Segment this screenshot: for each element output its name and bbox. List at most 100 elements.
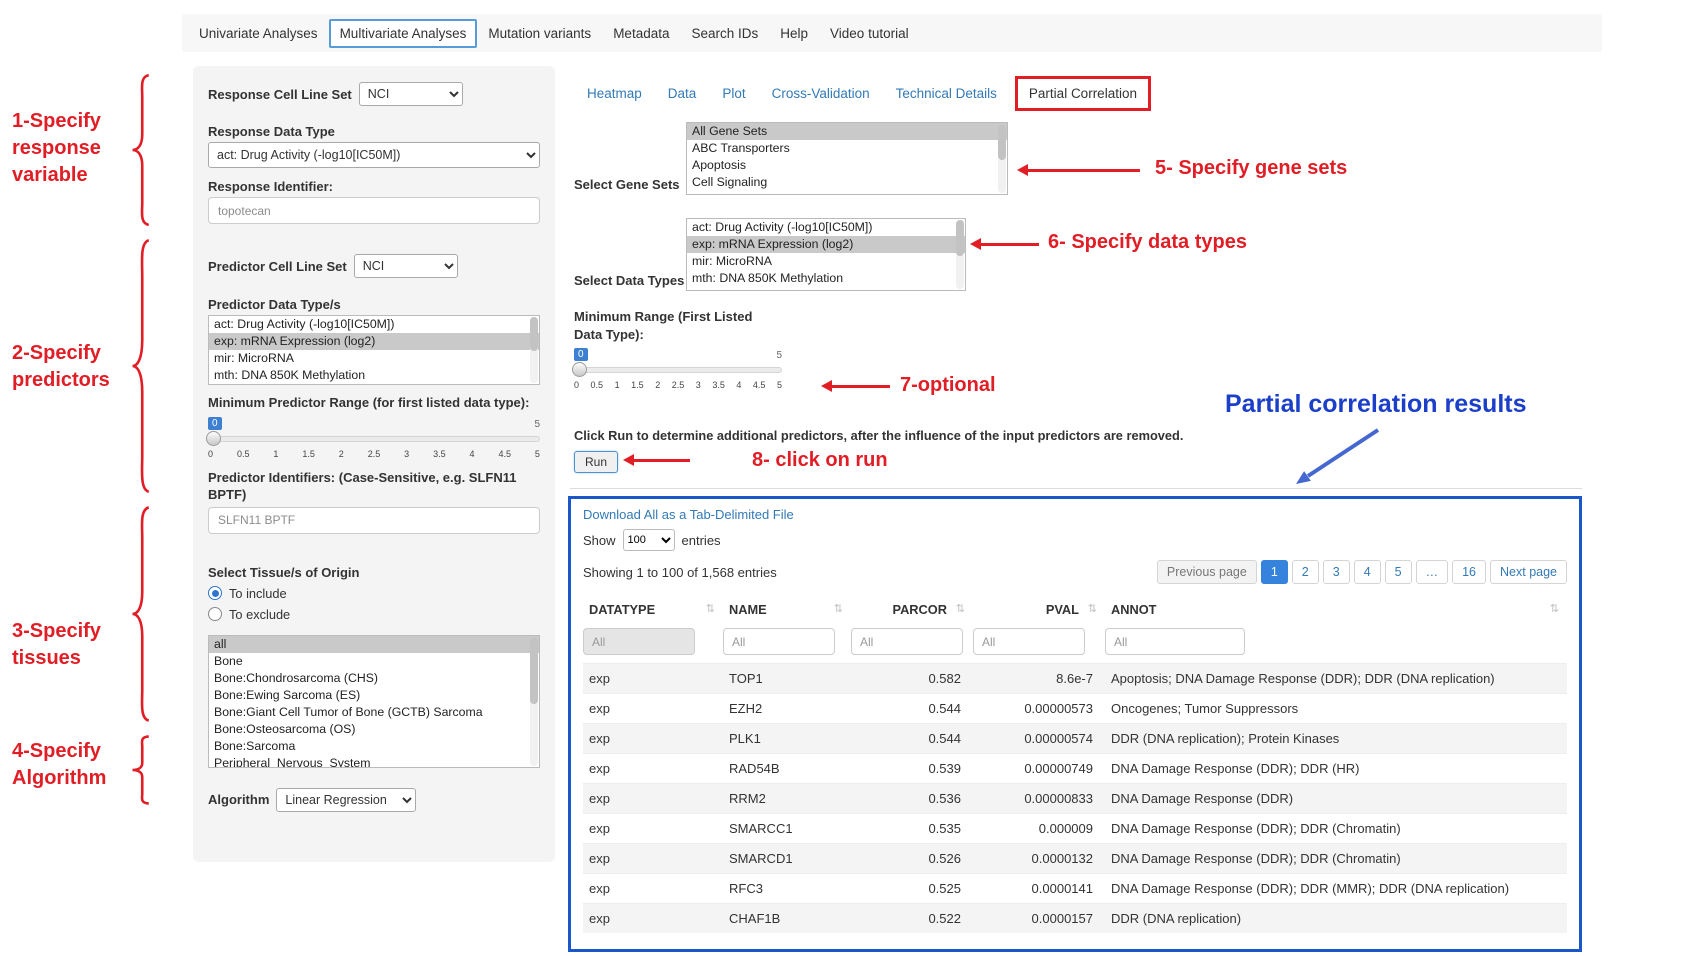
table-row[interactable]: exp PLK1 0.544 0.00000574 DDR (DNA repli…	[583, 724, 1567, 754]
radio-exclude-icon[interactable]	[208, 607, 222, 621]
scrollbar-thumb[interactable]	[530, 637, 538, 704]
gene-set-option[interactable]: All Gene Sets	[687, 123, 1007, 140]
tissue-option[interactable]: Peripheral_Nervous_System	[209, 755, 539, 768]
tab-heatmap[interactable]: Heatmap	[574, 78, 655, 109]
cell-parcor: 0.535	[851, 814, 973, 844]
column-header-annot[interactable]: ANNOT⇅	[1105, 593, 1567, 626]
tissue-listbox[interactable]: allBoneBone:Chondrosarcoma (CHS)Bone:Ewi…	[208, 635, 540, 768]
sort-icon[interactable]: ⇅	[956, 602, 965, 615]
sort-icon[interactable]: ⇅	[1550, 602, 1559, 615]
results-table-body: exp TOP1 0.582 8.6e-7 Apoptosis; DNA Dam…	[583, 664, 1567, 934]
tab-plot[interactable]: Plot	[709, 78, 758, 109]
filter-pval-input[interactable]	[973, 628, 1085, 655]
tab-cross-validation[interactable]: Cross-Validation	[759, 78, 883, 109]
tissue-option[interactable]: Bone:Ewing Sarcoma (ES)	[209, 687, 539, 704]
scrollbar-thumb[interactable]	[956, 220, 964, 256]
predictor-data-types-listbox[interactable]: act: Drug Activity (-log10[IC50M])exp: m…	[208, 315, 540, 385]
gene-set-option[interactable]: ABC Transporters	[687, 140, 1007, 157]
gene-set-option[interactable]: Apoptosis	[687, 157, 1007, 174]
slider-handle[interactable]	[572, 362, 587, 377]
filter-parcor-input[interactable]	[851, 628, 963, 655]
sort-icon[interactable]: ⇅	[706, 602, 715, 615]
filter-name-input[interactable]	[723, 628, 835, 655]
slider-handle[interactable]	[206, 431, 221, 446]
table-row[interactable]: exp RRM2 0.536 0.00000833 DNA Damage Res…	[583, 784, 1567, 814]
page-number-button[interactable]: 16	[1452, 560, 1486, 584]
cell-annot: Apoptosis; DNA Damage Response (DDR); DD…	[1105, 664, 1567, 694]
tissue-option[interactable]: Bone:Chondrosarcoma (CHS)	[209, 670, 539, 687]
table-row[interactable]: exp EZH2 0.544 0.00000573 Oncogenes; Tum…	[583, 694, 1567, 724]
tissue-option[interactable]: Bone:Giant Cell Tumor of Bone (GCTB) Sar…	[209, 704, 539, 721]
slider-tick-label: 1	[273, 449, 278, 459]
run-button[interactable]: Run	[574, 451, 618, 473]
slider-track[interactable]	[574, 367, 782, 373]
gene-sets-listbox[interactable]: All Gene SetsABC TransportersApoptosisCe…	[686, 122, 1008, 195]
tab-partial-correlation[interactable]: Partial Correlation	[1015, 76, 1151, 111]
table-row[interactable]: exp RFC3 0.525 0.0000141 DNA Damage Resp…	[583, 874, 1567, 904]
show-entries-select[interactable]: 100	[623, 529, 675, 551]
response-cell-line-set-select[interactable]: NCI	[359, 82, 463, 106]
page-number-button[interactable]: 2	[1292, 560, 1319, 584]
page-number-button[interactable]: …	[1416, 560, 1449, 584]
data-types-listbox[interactable]: act: Drug Activity (-log10[IC50M])exp: m…	[686, 218, 966, 291]
response-data-type-select[interactable]: act: Drug Activity (-log10[IC50M])	[208, 142, 540, 168]
table-row[interactable]: exp CHAF1B 0.522 0.0000157 DDR (DNA repl…	[583, 904, 1567, 934]
response-identifier-input[interactable]	[208, 197, 540, 224]
scrollbar[interactable]	[530, 637, 538, 766]
tissue-option[interactable]: Bone	[209, 653, 539, 670]
table-row[interactable]: exp TOP1 0.582 8.6e-7 Apoptosis; DNA Dam…	[583, 664, 1567, 694]
data-type-option[interactable]: act: Drug Activity (-log10[IC50M])	[687, 219, 965, 236]
tab-technical-details[interactable]: Technical Details	[883, 78, 1010, 109]
table-row[interactable]: exp SMARCC1 0.535 0.000009 DNA Damage Re…	[583, 814, 1567, 844]
nav-item-univariate-analyses[interactable]: Univariate Analyses	[188, 19, 329, 48]
data-type-option[interactable]: exp: mRNA Expression (log2)	[687, 236, 965, 253]
data-type-option[interactable]: mth: DNA 850K Methylation	[687, 270, 965, 287]
column-header-datatype[interactable]: DATATYPE⇅	[583, 593, 723, 626]
nav-item-mutation-variants[interactable]: Mutation variants	[477, 19, 602, 48]
column-header-name[interactable]: NAME⇅	[723, 593, 851, 626]
gene-set-option[interactable]: Cell Signaling	[687, 174, 1007, 191]
nav-item-video-tutorial[interactable]: Video tutorial	[819, 19, 920, 48]
radio-include-icon[interactable]	[208, 586, 222, 600]
tissue-option[interactable]: Bone:Sarcoma	[209, 738, 539, 755]
previous-page-button[interactable]: Previous page	[1157, 560, 1257, 584]
sort-icon[interactable]: ⇅	[834, 602, 843, 615]
sort-icon[interactable]: ⇅	[1088, 602, 1097, 615]
nav-item-help[interactable]: Help	[769, 19, 819, 48]
slider-track[interactable]	[208, 436, 540, 442]
scrollbar[interactable]	[956, 220, 964, 289]
scrollbar-thumb[interactable]	[998, 124, 1006, 160]
tissue-option[interactable]: all	[209, 636, 539, 653]
predictor-cell-line-set-select[interactable]: NCI	[354, 254, 458, 278]
predictor-data-type-option[interactable]: act: Drug Activity (-log10[IC50M])	[209, 316, 539, 333]
page-number-button[interactable]: 5	[1385, 560, 1412, 584]
next-page-button[interactable]: Next page	[1490, 560, 1567, 584]
filter-annot-input[interactable]	[1105, 628, 1245, 655]
tissue-include-radio-row[interactable]: To include	[208, 586, 540, 601]
scrollbar[interactable]	[998, 124, 1006, 193]
tissue-option[interactable]: Bone:Osteosarcoma (OS)	[209, 721, 539, 738]
nav-item-multivariate-analyses[interactable]: Multivariate Analyses	[329, 19, 478, 48]
slider-max-label: 5	[776, 350, 782, 361]
page-number-button[interactable]: 4	[1354, 560, 1381, 584]
filter-datatype-input[interactable]	[583, 628, 695, 655]
page-number-button[interactable]: 3	[1323, 560, 1350, 584]
predictor-identifiers-input[interactable]	[208, 507, 540, 534]
predictor-data-type-option[interactable]: exp: mRNA Expression (log2)	[209, 333, 539, 350]
table-row[interactable]: exp SMARCD1 0.526 0.0000132 DNA Damage R…	[583, 844, 1567, 874]
scrollbar[interactable]	[530, 317, 538, 383]
tab-data[interactable]: Data	[655, 78, 710, 109]
nav-item-metadata[interactable]: Metadata	[602, 19, 680, 48]
data-type-option[interactable]: mir: MicroRNA	[687, 253, 965, 270]
tissue-exclude-radio-row[interactable]: To exclude	[208, 607, 540, 622]
table-row[interactable]: exp RAD54B 0.539 0.00000749 DNA Damage R…	[583, 754, 1567, 784]
nav-item-search-ids[interactable]: Search IDs	[680, 19, 769, 48]
algorithm-select[interactable]: Linear Regression	[276, 788, 416, 812]
column-header-parcor[interactable]: PARCOR⇅	[851, 593, 973, 626]
download-link[interactable]: Download All as a Tab-Delimited File	[583, 507, 794, 522]
predictor-data-type-option[interactable]: mir: MicroRNA	[209, 350, 539, 367]
page-number-button[interactable]: 1	[1261, 560, 1288, 584]
scrollbar-thumb[interactable]	[530, 317, 538, 351]
column-header-pval[interactable]: PVAL⇅	[973, 593, 1105, 626]
predictor-data-type-option[interactable]: mth: DNA 850K Methylation	[209, 367, 539, 384]
